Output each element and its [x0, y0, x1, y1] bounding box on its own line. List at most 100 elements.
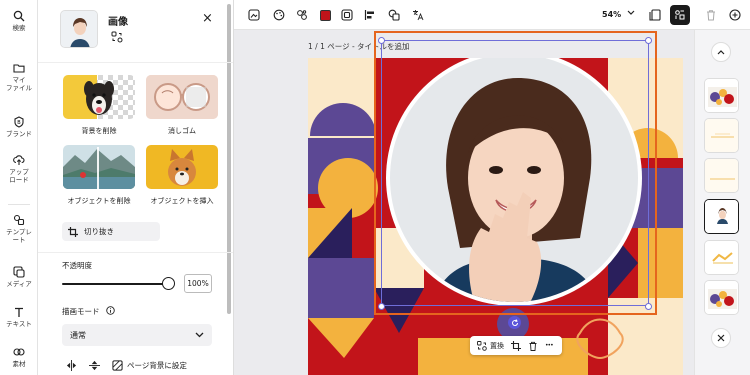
- toolbar-effects-button[interactable]: [295, 8, 309, 22]
- opacity-slider-knob[interactable]: [162, 277, 175, 290]
- resize-handle-top-left[interactable]: [378, 37, 385, 44]
- replace-image-icon[interactable]: [111, 31, 123, 43]
- panel-scrollbar[interactable]: [227, 4, 231, 314]
- zoom-level[interactable]: 54%: [602, 10, 621, 19]
- panel-title: 画像: [108, 17, 128, 28]
- rail-label: ブランド: [6, 130, 32, 138]
- rail-label: 検索: [12, 24, 26, 32]
- insert-object-preview: [146, 145, 218, 189]
- page-strip-collapse-button[interactable]: [711, 42, 731, 62]
- flip-vertical-icon[interactable]: [89, 360, 100, 371]
- rail-label: 素材: [12, 360, 26, 368]
- opacity-label: 不透明度: [62, 261, 92, 270]
- page-thumbnail-1[interactable]: [704, 78, 739, 113]
- rail-item-upload[interactable]: アップ ロード: [0, 154, 38, 184]
- chevron-up-icon: [717, 50, 725, 55]
- resize-handle-bottom-right[interactable]: [645, 303, 652, 310]
- info-icon[interactable]: [106, 306, 115, 315]
- toolbar-delete-button[interactable]: [704, 8, 718, 22]
- opacity-value-field[interactable]: 100%: [184, 274, 212, 293]
- align-left-icon: [364, 10, 374, 20]
- insert-object-label: オブジェクトを挿入: [150, 197, 214, 205]
- rail-label: メディア: [6, 280, 32, 288]
- remove-background-tool[interactable]: 背景を削除: [63, 75, 135, 136]
- remove-background-label: 背景を削除: [81, 127, 117, 135]
- top-toolbar: 54%: [234, 0, 750, 30]
- context-replace-label: 置換: [490, 341, 504, 350]
- image-adjust-icon: [248, 9, 260, 21]
- rail-item-text[interactable]: テキスト: [0, 306, 38, 328]
- left-rail: 検索 マイ ファイル B ブランド アップ ロード テンプレ ート メディア テ…: [0, 0, 38, 375]
- resize-handle-bottom-left[interactable]: [378, 303, 385, 310]
- toolbar-add-button[interactable]: [728, 8, 742, 22]
- toolbar-align-button[interactable]: [363, 8, 377, 22]
- crop-icon[interactable]: [511, 340, 521, 351]
- page-strip-close-button[interactable]: [711, 328, 731, 348]
- blend-mode-select[interactable]: 通常: [62, 324, 212, 346]
- image-actions-row: ページ背景に設定: [66, 360, 187, 371]
- set-page-background-button[interactable]: ページ背景に設定: [112, 360, 187, 371]
- remove-object-tool[interactable]: オブジェクトを削除: [63, 145, 135, 206]
- page-thumbnail-graphic: [705, 79, 738, 112]
- rotate-handle[interactable]: [508, 316, 521, 329]
- page-thumbnail-graphic: [705, 200, 738, 233]
- page-thumbnail-2[interactable]: [704, 118, 739, 153]
- elements-icon: [13, 348, 25, 356]
- rotate-icon: [511, 318, 518, 326]
- toolbar-adjust-button[interactable]: [247, 8, 261, 22]
- rail-label: マイ ファイル: [6, 76, 32, 92]
- toolbar-filter-button[interactable]: [272, 8, 286, 22]
- toolbar-smart-select-button[interactable]: [670, 5, 690, 25]
- page-thumbnail-3[interactable]: [704, 158, 739, 193]
- page-thumbnail-6[interactable]: [704, 280, 739, 315]
- replace-icon: [477, 340, 487, 351]
- page-thumbnail-5[interactable]: [704, 240, 739, 275]
- layers-icon: [388, 9, 400, 21]
- rail-item-brand[interactable]: B ブランド: [0, 116, 38, 138]
- blend-mode-value: 通常: [70, 330, 86, 340]
- rail-item-my-files[interactable]: マイ ファイル: [0, 62, 38, 92]
- insert-object-tool[interactable]: オブジェクトを挿入: [146, 145, 218, 206]
- toolbar-translate-button[interactable]: [411, 8, 425, 22]
- trash-icon: [707, 10, 715, 21]
- context-more-button[interactable]: •••: [545, 342, 554, 349]
- eraser-tool[interactable]: 消しゴム: [146, 75, 218, 136]
- page-thumbnail-4-selected[interactable]: [704, 199, 739, 234]
- panel-divider: [38, 252, 233, 253]
- resize-handle-top-right[interactable]: [645, 37, 652, 44]
- text-icon: [15, 307, 23, 317]
- image-properties-panel: 画像 × 背景を削除 消しゴム オブジェクトを削除 オブジェクトを挿入 切り抜き…: [38, 0, 234, 375]
- toolbar-color-button[interactable]: [318, 8, 332, 22]
- close-icon: [717, 334, 725, 342]
- trash-icon[interactable]: [528, 341, 538, 351]
- chevron-down-icon: [195, 332, 204, 338]
- crop-label: 切り抜き: [84, 227, 114, 236]
- context-replace-button[interactable]: 置換: [477, 340, 504, 351]
- template-icon: [13, 214, 25, 226]
- toolbar-layer-button[interactable]: [387, 8, 401, 22]
- opacity-slider-track[interactable]: [62, 283, 168, 285]
- crop-button[interactable]: 切り抜き: [62, 222, 160, 241]
- rail-item-search[interactable]: 検索: [0, 10, 38, 32]
- plus-circle-icon: [729, 9, 741, 21]
- flip-horizontal-icon[interactable]: [66, 360, 77, 371]
- page-count-icon: [649, 9, 661, 21]
- toolbar-border-button[interactable]: [340, 8, 354, 22]
- rail-item-media[interactable]: メディア: [0, 266, 38, 288]
- color-swatch: [319, 9, 331, 21]
- image-selection-box[interactable]: [381, 40, 649, 306]
- close-panel-button[interactable]: ×: [202, 12, 213, 26]
- rail-item-elements[interactable]: 素材: [0, 346, 38, 368]
- search-icon: [13, 10, 25, 22]
- zoom-dropdown[interactable]: [627, 9, 635, 18]
- remove-background-preview: [63, 75, 135, 119]
- rail-item-templates[interactable]: テンプレ ート: [0, 214, 38, 244]
- set-page-background-label: ページ背景に設定: [127, 361, 187, 370]
- pattern-icon: [112, 360, 123, 371]
- remove-object-label: オブジェクトを削除: [67, 197, 131, 205]
- rail-divider: [8, 204, 30, 205]
- toolbar-pages-button[interactable]: [648, 8, 662, 22]
- svg-text:B: B: [17, 120, 21, 126]
- media-icon: [13, 266, 25, 278]
- page-thumbnail-graphic: [705, 281, 738, 314]
